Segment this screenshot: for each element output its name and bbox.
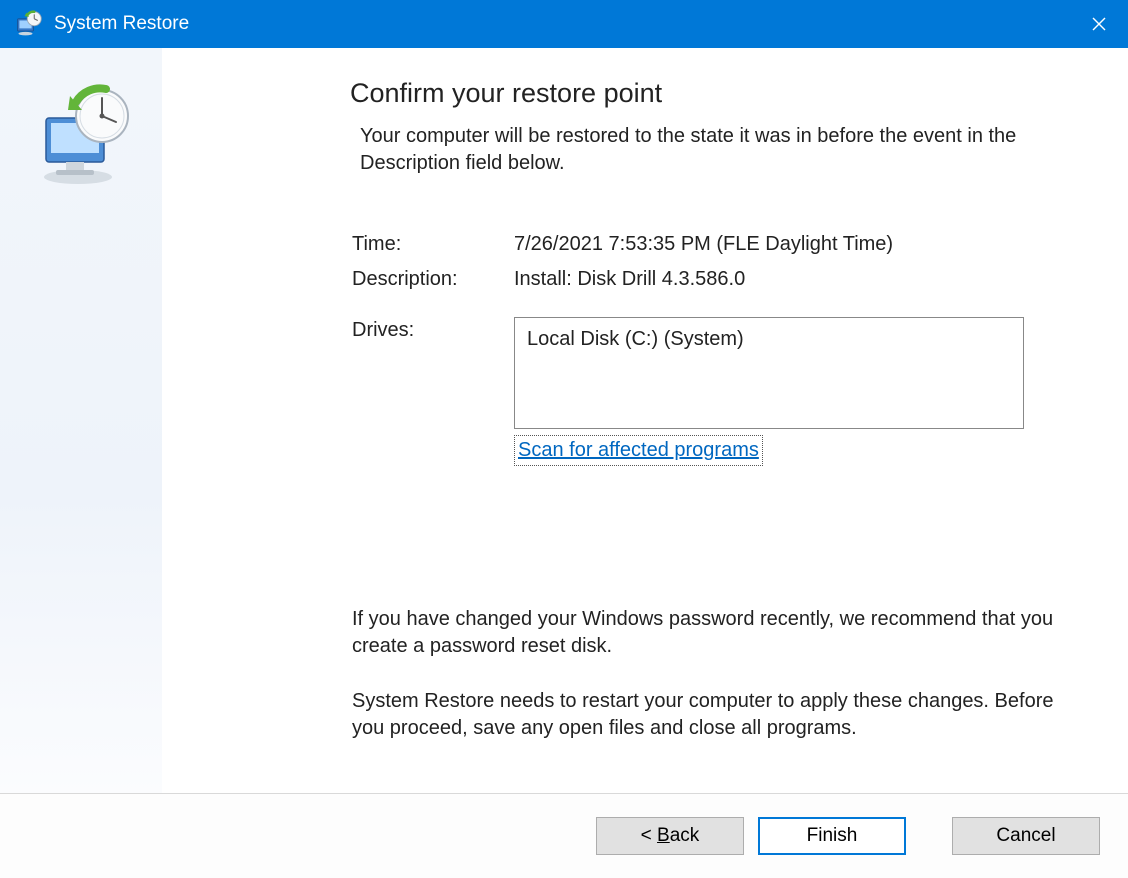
- content-area: Confirm your restore point Your computer…: [0, 48, 1128, 793]
- page-heading: Confirm your restore point: [350, 78, 1068, 109]
- restart-note: System Restore needs to restart your com…: [350, 688, 1068, 742]
- app-icon: [14, 9, 44, 39]
- drives-row: Drives: Local Disk (C:) (System) Scan fo…: [350, 317, 1068, 466]
- sidebar: [0, 48, 162, 793]
- close-button[interactable]: [1070, 0, 1128, 48]
- description-row: Description: Install: Disk Drill 4.3.586…: [350, 266, 1068, 293]
- titlebar: System Restore: [0, 0, 1128, 48]
- intro-text: Your computer will be restored to the st…: [350, 123, 1068, 177]
- cancel-button[interactable]: Cancel: [952, 817, 1100, 855]
- password-note: If you have changed your Windows passwor…: [350, 606, 1068, 660]
- drives-listbox[interactable]: Local Disk (C:) (System): [514, 317, 1024, 429]
- scan-affected-programs-link[interactable]: Scan for affected programs: [514, 435, 763, 466]
- back-button[interactable]: < Back: [596, 817, 744, 855]
- description-value: Install: Disk Drill 4.3.586.0: [514, 266, 1068, 293]
- window-title: System Restore: [54, 13, 1070, 35]
- main-panel: Confirm your restore point Your computer…: [162, 48, 1128, 793]
- time-label: Time:: [352, 231, 514, 258]
- time-row: Time: 7/26/2021 7:53:35 PM (FLE Daylight…: [350, 231, 1068, 258]
- footer: < Back Finish Cancel: [0, 793, 1128, 878]
- drives-item: Local Disk (C:) (System): [527, 328, 744, 350]
- finish-button[interactable]: Finish: [758, 817, 906, 855]
- drives-label: Drives:: [352, 317, 514, 344]
- time-value: 7/26/2021 7:53:35 PM (FLE Daylight Time): [514, 231, 1068, 258]
- system-restore-icon: [26, 82, 136, 197]
- description-label: Description:: [352, 266, 514, 293]
